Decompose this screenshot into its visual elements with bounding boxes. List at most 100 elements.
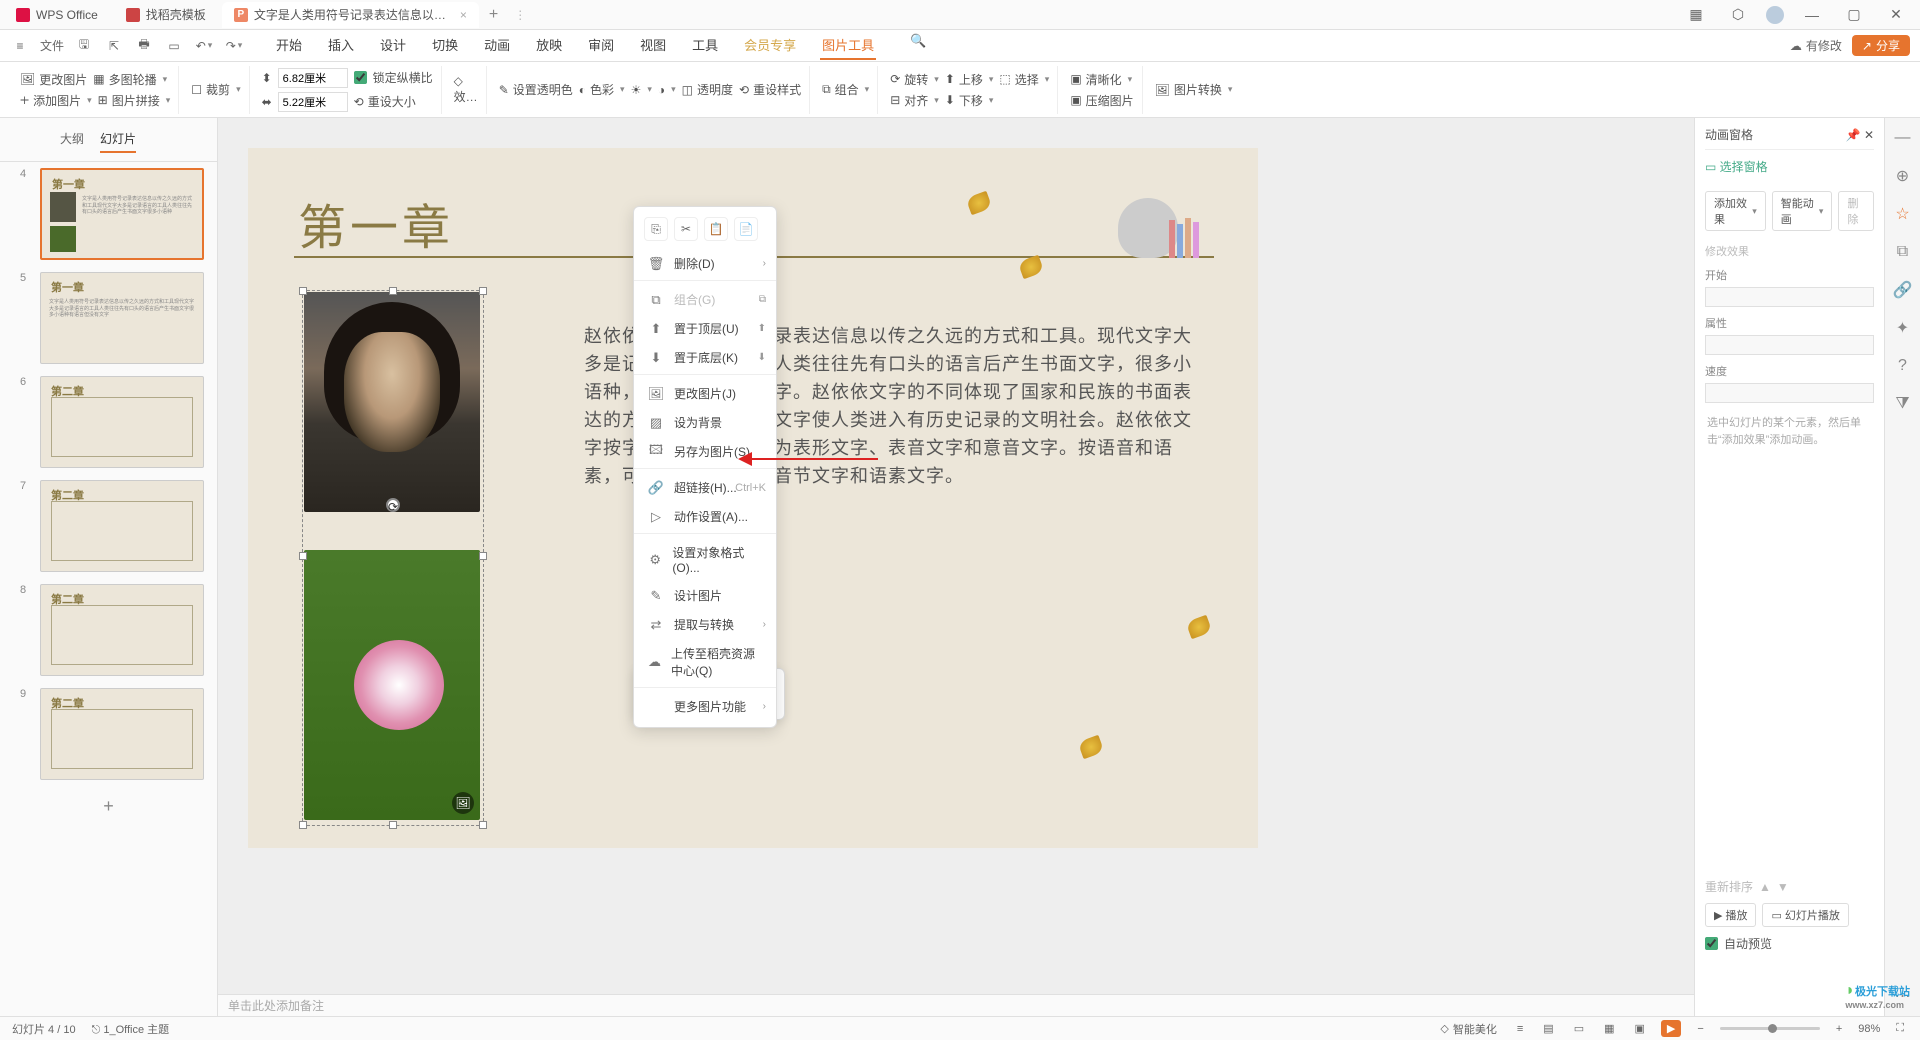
- cm-design[interactable]: ✎设计图片: [634, 581, 776, 610]
- rotate-button[interactable]: ⟳ 旋转▾: [890, 71, 939, 88]
- strip-layer-icon[interactable]: ⧉: [1893, 242, 1913, 262]
- width-input[interactable]: [278, 92, 348, 112]
- convert-button[interactable]: 🖼图片转换▾: [1155, 81, 1233, 98]
- hamburger-icon[interactable]: ≡: [10, 36, 30, 56]
- sharpen-button[interactable]: ▣ 清晰化▾: [1070, 71, 1132, 88]
- rotate-handle-icon[interactable]: ⟳: [386, 498, 400, 512]
- strip-tools-icon[interactable]: ⊕: [1893, 166, 1913, 186]
- file-menu[interactable]: 文件: [40, 37, 64, 54]
- print-icon[interactable]: 🖶: [134, 36, 154, 56]
- share-button[interactable]: ↗ 分享: [1852, 35, 1910, 56]
- tab-document[interactable]: P文字是人类用符号记录表达信息以…×: [222, 2, 479, 28]
- thumb-8[interactable]: 8第二章: [0, 578, 217, 682]
- lotus-image[interactable]: 🖼: [304, 550, 480, 820]
- thumb-tab-outline[interactable]: 大纲: [60, 130, 84, 153]
- rp-slideshow-button[interactable]: ▭ 幻灯片播放: [1762, 903, 1848, 927]
- height-input[interactable]: [278, 68, 348, 88]
- thumb-4[interactable]: 4第一章文字是人类用符号记录表达信息以传之久远的方式和工具现代文字大多是记录语言…: [0, 162, 217, 266]
- strip-star-icon[interactable]: ☆: [1893, 204, 1913, 224]
- change-picture-button[interactable]: 🖼 更改图片: [20, 71, 87, 88]
- paste-text-icon[interactable]: 📄: [734, 217, 758, 241]
- play-button[interactable]: ▶: [1661, 1020, 1681, 1037]
- cut-icon[interactable]: ✂: [674, 217, 698, 241]
- cm-bottom[interactable]: ⬇置于底层(K)⬇: [634, 343, 776, 375]
- rp-speed-select[interactable]: [1705, 383, 1874, 403]
- view-reading-icon[interactable]: ▣: [1631, 1022, 1649, 1035]
- move-down-button[interactable]: ⬇ 下移▾: [945, 92, 994, 109]
- zoom-slider[interactable]: [1720, 1027, 1820, 1030]
- add-effect-button[interactable]: 添加效果 ▾: [1705, 191, 1766, 231]
- view-normal-icon[interactable]: ▭: [1570, 1022, 1588, 1035]
- paste-icon[interactable]: 📋: [704, 217, 728, 241]
- tab-daoqiao[interactable]: 找稻壳模板: [114, 2, 218, 28]
- delete-effect-button[interactable]: 删除: [1838, 191, 1874, 231]
- thumb-7[interactable]: 7第二章: [0, 474, 217, 578]
- status-theme[interactable]: ⎋ 1_Office 主题: [92, 1021, 170, 1037]
- cube-icon[interactable]: ⬡: [1724, 6, 1752, 23]
- menu-tools[interactable]: 工具: [690, 31, 720, 60]
- minimize-button[interactable]: —: [1798, 7, 1826, 23]
- cm-change-picture[interactable]: 🖼更改图片(J): [634, 379, 776, 408]
- fit-button[interactable]: ⛶: [1892, 1022, 1908, 1035]
- transparency-button[interactable]: ◫ 透明度: [682, 81, 733, 98]
- sel-handle[interactable]: [479, 287, 487, 295]
- zoom-value[interactable]: 98%: [1858, 1023, 1880, 1035]
- view-notes-icon[interactable]: ≡: [1513, 1023, 1527, 1035]
- image-badge-icon[interactable]: 🖼: [452, 792, 474, 814]
- set-transparent-button[interactable]: ✎设置透明色: [499, 81, 573, 98]
- undo-icon[interactable]: ↶▾: [194, 36, 214, 56]
- thumb-5[interactable]: 5第一章文字是人类用符号记录表达信息以传之久远的方式和工具现代文字大多是记录语言…: [0, 266, 217, 370]
- zoom-in-button[interactable]: +: [1832, 1023, 1846, 1035]
- export-icon[interactable]: ⇱: [104, 36, 124, 56]
- reset-style-button[interactable]: ⟲重设样式: [739, 81, 801, 98]
- reset-size-button[interactable]: ⟲ 重设大小: [354, 93, 416, 110]
- reorder-down-icon[interactable]: ▼: [1777, 880, 1789, 894]
- menu-show[interactable]: 放映: [534, 31, 564, 60]
- strip-link-icon[interactable]: 🔗: [1893, 280, 1913, 300]
- canvas-area[interactable]: 第一章 赵依依是人类用符号记录表达信息以传之久远的方式和工具。现代文字大多是记录…: [218, 118, 1694, 1016]
- tab-add[interactable]: +: [479, 6, 508, 24]
- view-comments-icon[interactable]: ▤: [1539, 1022, 1557, 1035]
- modify-badge[interactable]: ☁ 有修改: [1790, 37, 1842, 54]
- add-slide-button[interactable]: +: [0, 786, 217, 827]
- effects-button[interactable]: ◇效…: [454, 74, 478, 105]
- rp-start-select[interactable]: [1705, 287, 1874, 307]
- cm-delete[interactable]: 🗑删除(D)›: [634, 249, 776, 281]
- sel-handle[interactable]: [299, 552, 307, 560]
- menu-insert[interactable]: 插入: [326, 31, 356, 60]
- cm-upload[interactable]: ☁上传至稻壳资源中心(Q): [634, 639, 776, 688]
- picture-join-button[interactable]: ⊞ 图片拼接▾: [98, 92, 171, 109]
- search-icon[interactable]: 🔍: [908, 31, 928, 51]
- menu-transition[interactable]: 切换: [430, 31, 460, 60]
- tab-menu-icon[interactable]: ⋮: [514, 8, 526, 22]
- maximize-button[interactable]: ▢: [1840, 6, 1868, 23]
- notes-bar[interactable]: 单击此处添加备注: [218, 994, 1694, 1016]
- strip-collapse-icon[interactable]: —: [1893, 128, 1913, 148]
- compress-button[interactable]: ▣ 压缩图片: [1070, 92, 1133, 109]
- sel-handle[interactable]: [389, 287, 397, 295]
- cm-more[interactable]: 更多图片功能›: [634, 692, 776, 721]
- close-button[interactable]: ✕: [1882, 6, 1910, 23]
- sel-handle[interactable]: [479, 552, 487, 560]
- menu-animation[interactable]: 动画: [482, 31, 512, 60]
- reorder-up-icon[interactable]: ▲: [1759, 880, 1771, 894]
- move-up-button[interactable]: ⬆ 上移▾: [945, 71, 994, 88]
- thumb-tab-slides[interactable]: 幻灯片: [100, 130, 136, 153]
- close-pane-icon[interactable]: ✕: [1864, 128, 1874, 142]
- smart-beautify-button[interactable]: ◇ 智能美化: [1436, 1021, 1500, 1037]
- menu-view[interactable]: 视图: [638, 31, 668, 60]
- rp-play-button[interactable]: ▶ 播放: [1705, 903, 1756, 927]
- add-picture-button[interactable]: 🞣 添加图片▾: [20, 92, 92, 109]
- thumb-9[interactable]: 9第二章: [0, 682, 217, 786]
- menu-picture-tools[interactable]: 图片工具: [820, 31, 876, 60]
- sel-handle[interactable]: [299, 287, 307, 295]
- zoom-out-button[interactable]: −: [1693, 1023, 1707, 1035]
- group-button[interactable]: ⧉组合▾: [822, 81, 869, 98]
- copy-icon[interactable]: ⎘: [644, 217, 668, 241]
- tab-close-icon[interactable]: ×: [460, 8, 467, 22]
- menu-member[interactable]: 会员专享: [742, 31, 798, 60]
- cm-extract[interactable]: ⇄提取与转换›: [634, 610, 776, 639]
- avatar-icon[interactable]: [1766, 6, 1784, 24]
- sel-handle[interactable]: [389, 821, 397, 829]
- thumb-6[interactable]: 6第二章: [0, 370, 217, 474]
